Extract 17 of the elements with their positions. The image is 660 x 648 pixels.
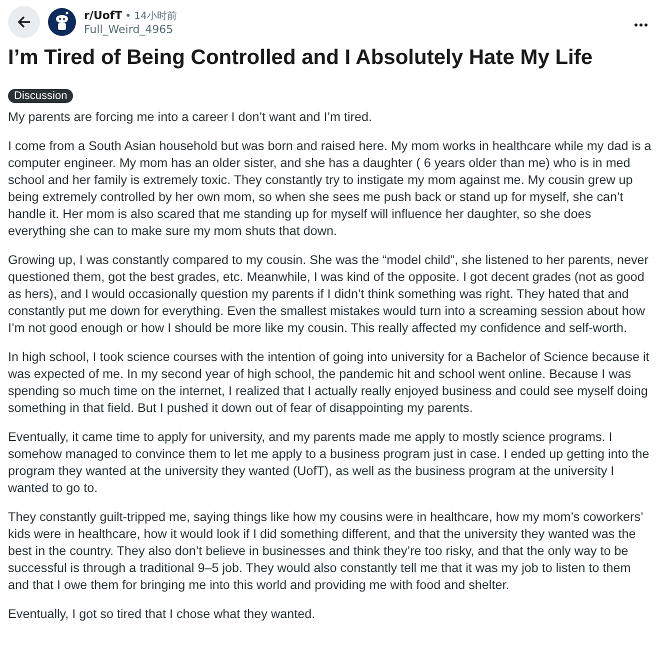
post-paragraph: In high school, I took science courses with the intention of going into university for a Bachelor of Science because it was expected of me. In my second year of high school, the pandemic hit and school went online. Because I was spending so much time on the internet, I realized that I actually really enjoyed business and could see myself doing something in that field. But I pushed it down out of fear of disappointing my parents. xyxy=(8,349,650,417)
post-paragraph: Eventually, it came time to apply for university, and my parents made me apply to mostly science programs. I somehow managed to convince them to let me apply to a business program just in case. I ended up getting into the program they wanted at the university they wanted (UofT), as well as the business program at the university I wanted to go to. xyxy=(8,429,650,497)
back-arrow-icon xyxy=(16,14,32,30)
post-time: 14小时前 xyxy=(134,10,177,22)
subreddit-link[interactable]: r/UofT xyxy=(84,9,122,22)
post-paragraph: I come from a South Asian household but was born and raised here. My mom works in healthcare while my dad is a computer engineer. My mom has an older sister, and she has a daughter ( 6 years older than me) who is in med school and her family is extremely toxic. They constantly try to instigate my mom against me. My cousin grew up being extremely controlled by her own mom, so when she sees me push back or stand up for myself, she can’t handle it. Her mom is also scared that me standing up for myself will influence her daughter, so she does everything she can to make sure my mom shuts that down. xyxy=(8,138,652,240)
post-paragraph: Eventually, I got so tired that I chose what they wanted. xyxy=(8,606,316,623)
separator-dot: • xyxy=(126,10,130,22)
post-paragraph: They constantly guilt-tripped me, saying things like how my cousins were in healthcare, how my mom’s coworkers’ kids were in healthcare, how it would look if I did something different, and that the university they wanted was the best in the country. They also don’t believe in businesses and think they’re too risky, and that the only way to be successful is through a traditional 9–5 job. They would also constantly tell me that it was my job to listen to them and that I owe them for bringing me into this world and providing me with food and shelter. xyxy=(8,509,644,594)
post-flair[interactable]: Discussion xyxy=(8,89,74,103)
more-options-icon xyxy=(634,22,648,26)
back-button[interactable] xyxy=(8,6,40,38)
post-paragraph: My parents are forcing me into a career I don’t want and I’m tired. xyxy=(8,109,373,126)
post-title: I’m Tired of Being Controlled and I Absolutely Hate My Life xyxy=(8,46,594,70)
author-link[interactable]: Full_Weird_4965 xyxy=(84,22,622,36)
subreddit-avatar-icon[interactable] xyxy=(48,8,76,36)
post-paragraph: Growing up, I was constantly compared to my cousin. She was the “model child”, she listened to her parents, never questioned them, got the best grades, etc. Meanwhile, I was kind of the opposite. I got decent grades (not as good as hers), and I would occasionally question my parents if I didn’t think something was right. They hated that and constantly put me down for everything. Even the smallest mistakes would turn into a screaming session about how I’m not good enough or how I should be more like my cousin. This really affected my confidence and self-worth. xyxy=(8,252,650,337)
